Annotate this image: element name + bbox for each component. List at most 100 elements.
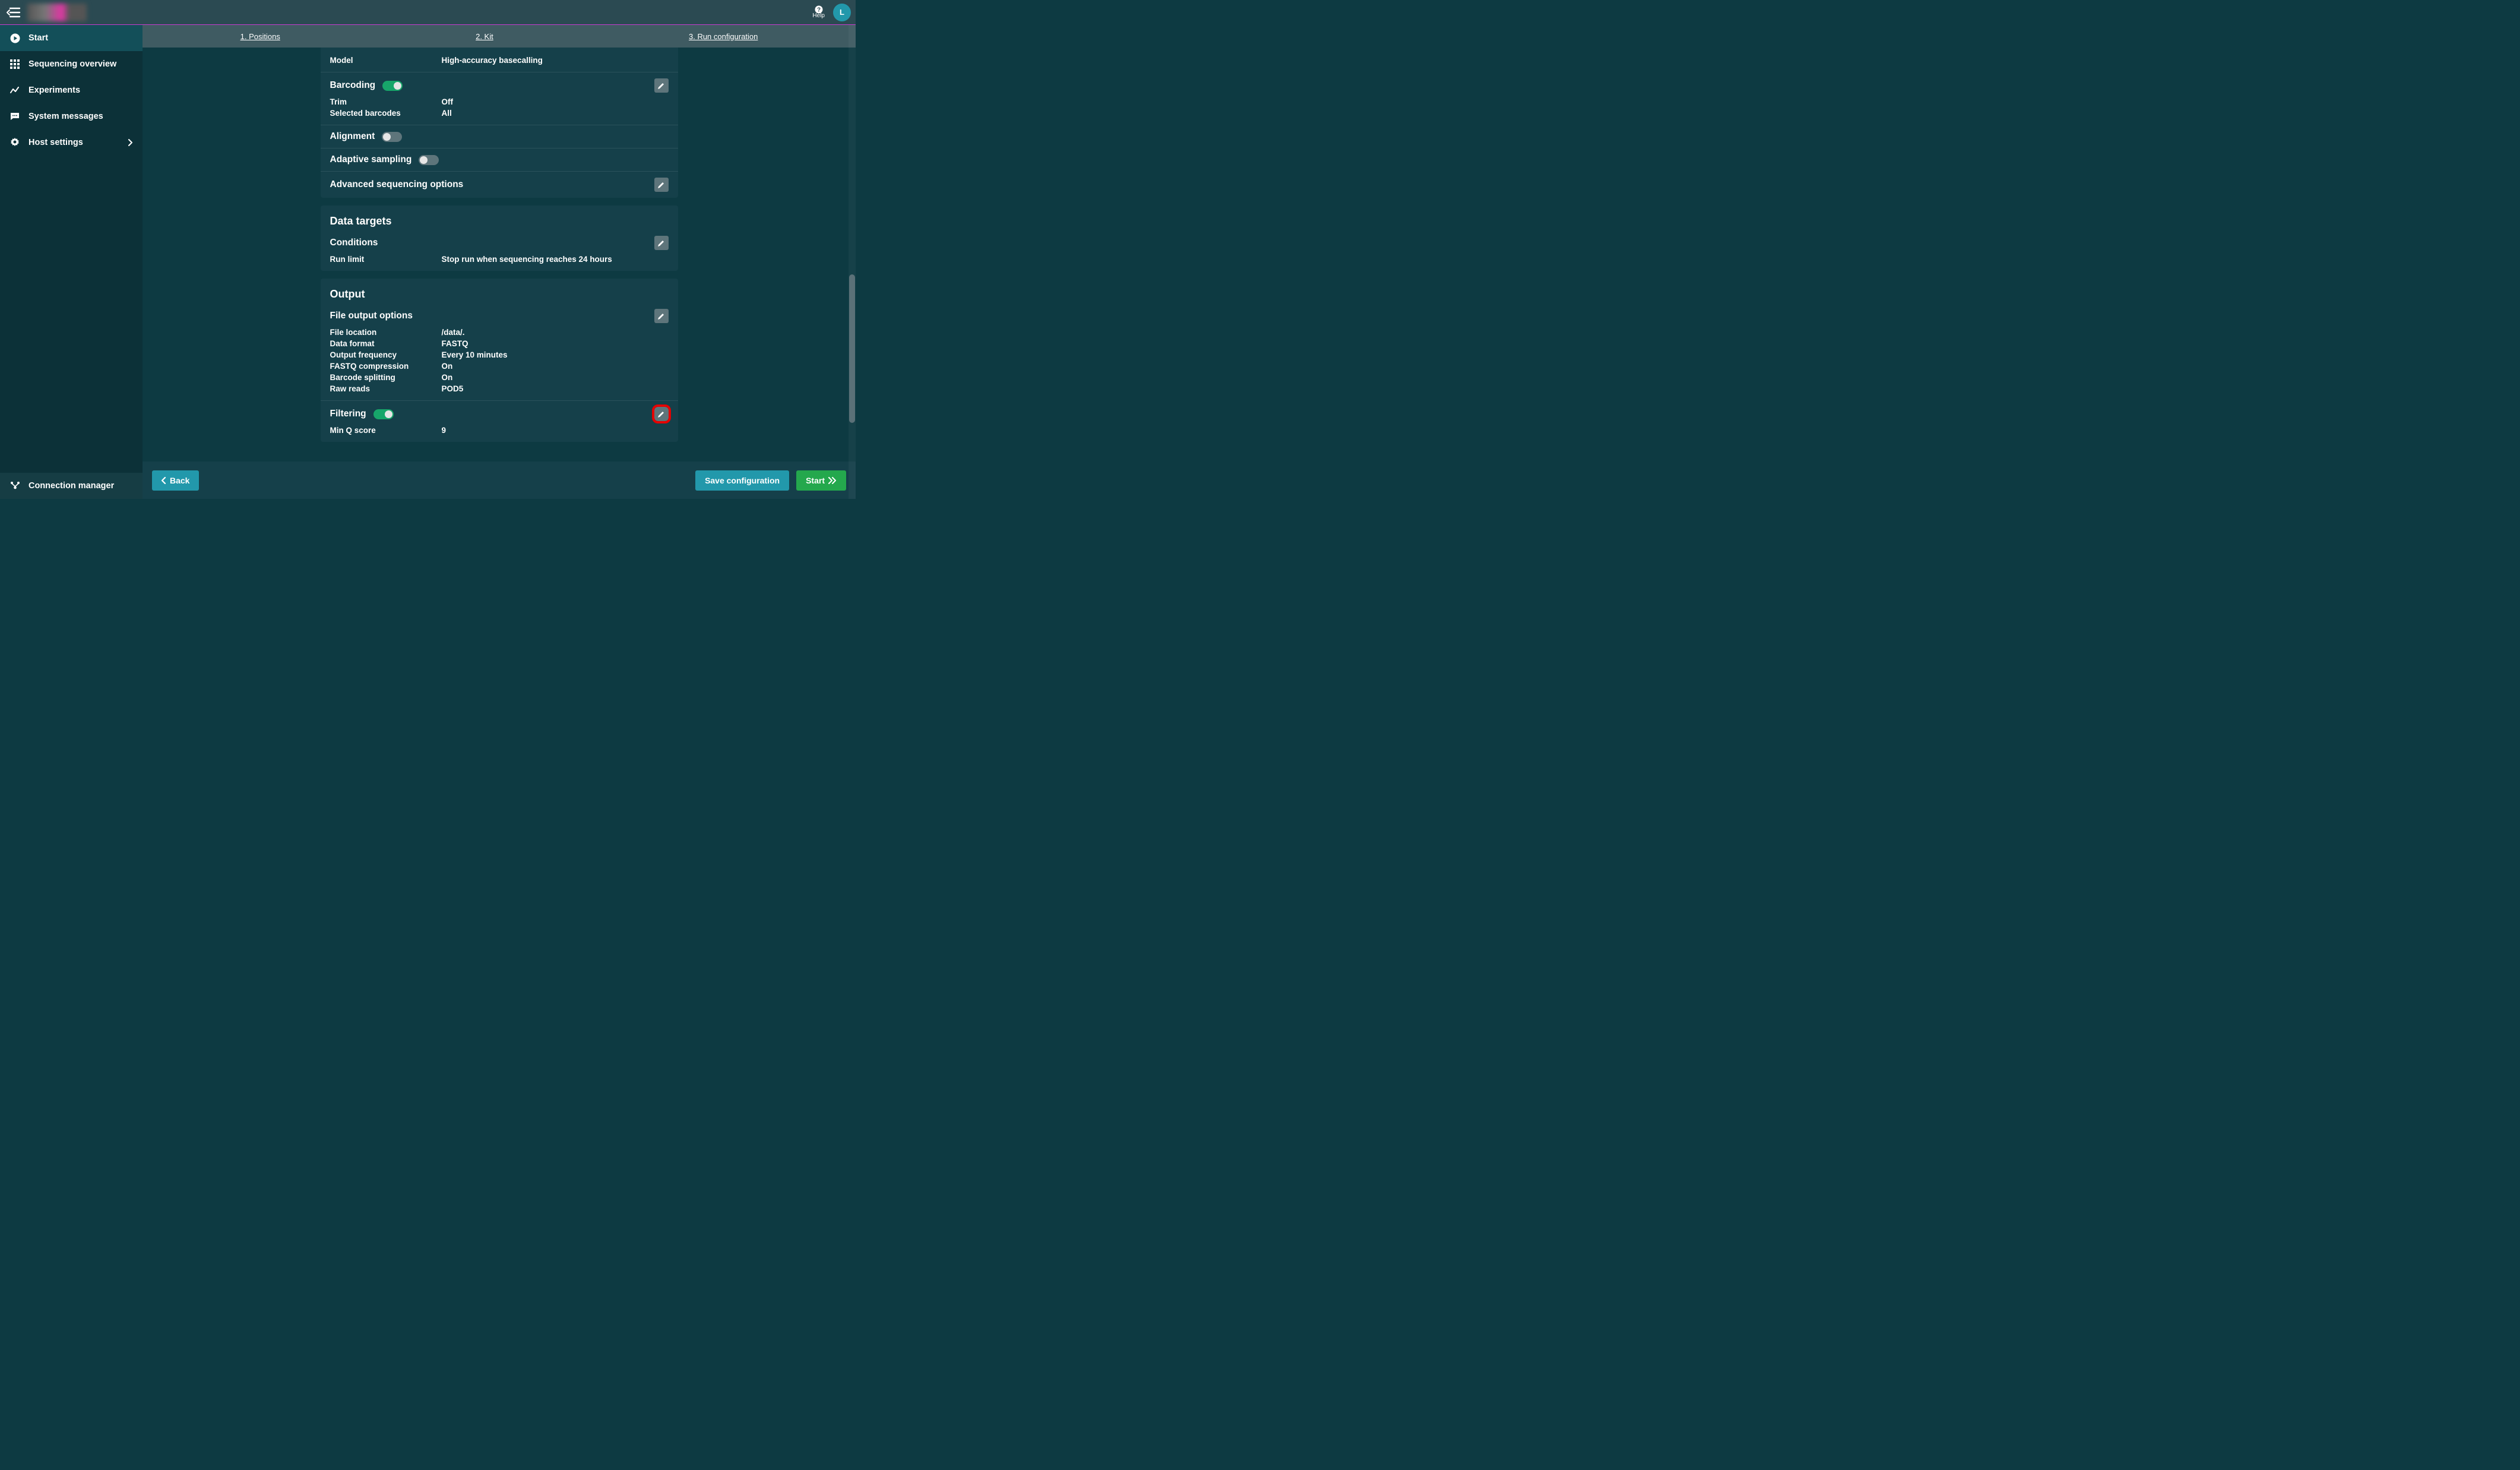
filtering-toggle[interactable]	[373, 409, 394, 419]
data-targets-title: Data targets	[321, 206, 678, 230]
minq-label: Min Q score	[330, 426, 442, 435]
fastq-comp-value: On	[442, 362, 453, 371]
edit-filtering-button[interactable]	[654, 407, 669, 421]
trim-value: Off	[442, 97, 454, 106]
user-avatar[interactable]: L	[833, 4, 851, 21]
kv-model: Model High-accuracy basecalling	[330, 55, 669, 66]
kv-file-location: File location /data/.	[330, 327, 669, 338]
fastq-comp-label: FASTQ compression	[330, 362, 442, 371]
sidebar-item-label: Host settings	[29, 138, 83, 147]
output-freq-value: Every 10 minutes	[442, 350, 508, 359]
kv-raw-reads: Raw reads POD5	[330, 383, 669, 394]
adaptive-sampling-label: Adaptive sampling	[330, 154, 412, 165]
topbar-left	[5, 4, 87, 21]
edit-conditions-button[interactable]	[654, 236, 669, 250]
advanced-seq-label: Advanced sequencing options	[330, 179, 464, 190]
content-scroll[interactable]: Model High-accuracy basecalling Barcodin…	[143, 48, 856, 461]
chevron-right-icon	[128, 139, 133, 146]
save-configuration-button[interactable]: Save configuration	[695, 470, 789, 491]
pencil-icon	[657, 312, 665, 320]
sidebar-item-connection-manager[interactable]: Connection manager	[0, 473, 143, 499]
step-run-configuration[interactable]: 3. Run configuration	[689, 32, 758, 41]
pencil-icon	[657, 239, 665, 247]
edit-advanced-button[interactable]	[654, 178, 669, 192]
model-label: Model	[330, 56, 442, 65]
sidebar-item-label: Connection manager	[29, 481, 114, 491]
kv-output-frequency: Output frequency Every 10 minutes	[330, 349, 669, 361]
topbar: ? Help L	[0, 0, 856, 25]
play-circle-icon	[10, 33, 20, 43]
save-button-label: Save configuration	[705, 476, 780, 485]
sidebar-item-host-settings[interactable]: Host settings	[0, 129, 143, 156]
pencil-icon	[657, 181, 665, 189]
barcode-split-value: On	[442, 373, 453, 382]
main: 1. Positions 2. Kit 3. Run configuration…	[143, 25, 856, 499]
back-button-label: Back	[170, 476, 189, 485]
kv-fastq-compression: FASTQ compression On	[330, 361, 669, 372]
minq-value: 9	[442, 426, 447, 435]
sidebar-item-start[interactable]: Start	[0, 25, 143, 51]
kv-min-q-score: Min Q score 9	[330, 425, 669, 436]
sidebar-item-experiments[interactable]: Experiments	[0, 77, 143, 103]
hub-icon	[10, 480, 20, 491]
file-location-label: File location	[330, 328, 442, 337]
barcoding-toggle[interactable]	[382, 81, 403, 91]
gear-icon	[10, 137, 20, 148]
panel-output: Output File output options File location…	[321, 279, 678, 442]
back-button[interactable]: Back	[152, 470, 199, 491]
barcode-split-label: Barcode splitting	[330, 373, 442, 382]
selected-barcodes-value: All	[442, 109, 452, 118]
menu-toggle-button[interactable]	[5, 4, 23, 21]
edit-file-output-button[interactable]	[654, 309, 669, 323]
avatar-initial: L	[840, 8, 844, 17]
topbar-right: ? Help L	[812, 4, 851, 21]
help-button[interactable]: ? Help	[812, 5, 825, 19]
pencil-icon	[657, 410, 665, 418]
adaptive-sampling-toggle[interactable]	[419, 155, 439, 165]
panel-basecalling: Model High-accuracy basecalling Barcodin…	[321, 48, 678, 198]
logo	[27, 4, 87, 21]
file-location-value: /data/.	[442, 328, 465, 337]
start-button[interactable]: Start	[796, 470, 846, 491]
kv-barcode-splitting: Barcode splitting On	[330, 372, 669, 383]
step-kit[interactable]: 2. Kit	[476, 32, 493, 41]
barcoding-label: Barcoding	[330, 80, 376, 91]
chart-line-icon	[10, 85, 20, 96]
file-output-label: File output options	[330, 311, 413, 321]
sidebar-item-label: Experiments	[29, 86, 80, 95]
sidebar-item-system-messages[interactable]: System messages	[0, 103, 143, 129]
edit-barcoding-button[interactable]	[654, 78, 669, 93]
output-title: Output	[321, 279, 678, 303]
run-limit-label: Run limit	[330, 255, 442, 264]
data-format-value: FASTQ	[442, 339, 468, 348]
start-button-label: Start	[806, 476, 825, 485]
sidebar-item-label: System messages	[29, 112, 103, 121]
step-positions[interactable]: 1. Positions	[240, 32, 280, 41]
scrollbar-track[interactable]	[849, 25, 856, 499]
selected-barcodes-label: Selected barcodes	[330, 109, 442, 118]
hamburger-back-icon	[7, 7, 21, 18]
alignment-toggle[interactable]	[382, 132, 402, 142]
chevron-left-icon	[162, 477, 166, 484]
trim-label: Trim	[330, 97, 442, 106]
sidebar-item-sequencing-overview[interactable]: Sequencing overview	[0, 51, 143, 77]
sidebar-item-label: Start	[29, 33, 48, 43]
sidebar: Start Sequencing overview Experiments	[0, 25, 143, 499]
scrollbar-thumb[interactable]	[849, 274, 855, 423]
pencil-icon	[657, 82, 665, 90]
run-limit-value: Stop run when sequencing reaches 24 hour…	[442, 255, 612, 264]
footer-bar: Back Save configuration Start	[143, 461, 856, 499]
kv-run-limit: Run limit Stop run when sequencing reach…	[330, 254, 669, 265]
kv-selected-barcodes: Selected barcodes All	[330, 108, 669, 119]
output-freq-label: Output frequency	[330, 350, 442, 359]
data-format-label: Data format	[330, 339, 442, 348]
sidebar-item-label: Sequencing overview	[29, 59, 116, 69]
raw-reads-label: Raw reads	[330, 384, 442, 393]
raw-reads-value: POD5	[442, 384, 464, 393]
steps-bar: 1. Positions 2. Kit 3. Run configuration	[143, 25, 856, 48]
help-label: Help	[812, 12, 825, 19]
alignment-label: Alignment	[330, 131, 375, 142]
grid-icon	[10, 59, 20, 69]
kv-data-format: Data format FASTQ	[330, 338, 669, 349]
conditions-label: Conditions	[330, 238, 378, 248]
